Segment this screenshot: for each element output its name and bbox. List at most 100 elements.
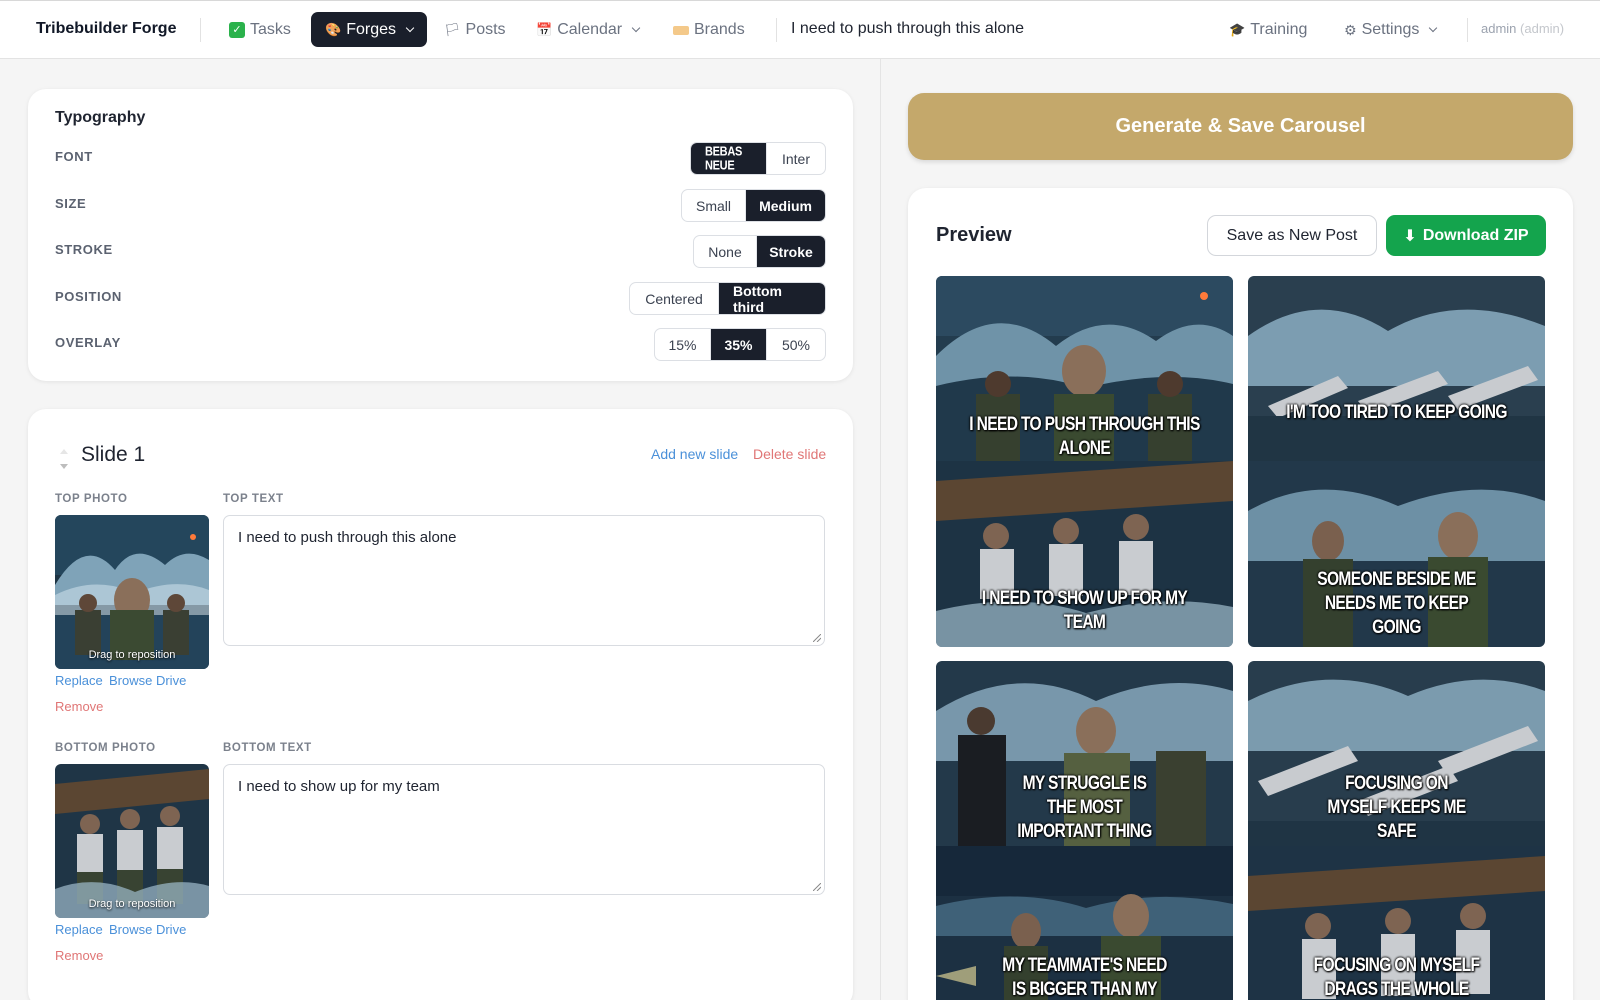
top-text-input[interactable]: I need to push through this alone	[223, 515, 825, 646]
nav-settings-label: Settings	[1361, 21, 1420, 38]
nav-brands[interactable]: Brands	[673, 19, 745, 41]
drag-to-reposition-hint: Drag to reposition	[88, 649, 176, 661]
nav-training-label: Training	[1250, 21, 1308, 38]
download-icon: ⬇	[1403, 227, 1417, 245]
replace-top-photo-link[interactable]: Replace	[55, 673, 103, 688]
position-option-centered[interactable]: Centered	[630, 283, 719, 314]
app-brand[interactable]: Tribebuilder Forge	[36, 20, 176, 38]
preview-bottom-caption: Someone beside me needs me to keep going	[1317, 569, 1476, 638]
graduation-cap-icon: 🎓	[1229, 22, 1246, 37]
bottom-text-value: I need to show up for my team	[238, 778, 440, 795]
nav-brands-label: Brands	[694, 21, 745, 38]
resize-grip-icon[interactable]	[813, 634, 821, 642]
top-photo-thumbnail[interactable]: Drag to reposition	[55, 515, 209, 669]
overlay-option-35[interactable]: 35%	[711, 329, 767, 360]
bottom-text-input[interactable]: I need to show up for my team	[223, 764, 825, 895]
overlay-label: OVERLAY	[55, 335, 121, 350]
stroke-toggle: None Stroke	[693, 235, 826, 268]
nav-calendar-label: Calendar	[557, 21, 623, 38]
chevron-down-icon	[631, 23, 641, 33]
top-photo-label: TOP PHOTO	[55, 493, 128, 505]
preview-bottom-caption: Focusing on myself drags the whole team …	[1313, 955, 1480, 1000]
stroke-label: STROKE	[55, 242, 113, 257]
replace-bottom-photo-link[interactable]: Replace	[55, 922, 103, 937]
preview-top-caption: I'm too tired to keep going	[1286, 402, 1507, 423]
bottom-photo-image	[55, 764, 209, 918]
stroke-option-stroke[interactable]: Stroke	[757, 236, 825, 267]
nav-divider	[776, 18, 777, 42]
nav-divider	[1467, 18, 1468, 42]
overlay-option-15[interactable]: 15%	[655, 329, 711, 360]
nav-tasks-label: Tasks	[250, 21, 291, 38]
browse-drive-top-link[interactable]: Browse Drive	[109, 673, 186, 688]
delete-slide-link[interactable]: Delete slide	[753, 446, 826, 462]
preview-slide-2[interactable]: I'm too tired to keep going Someone besi…	[1248, 276, 1545, 647]
column-divider	[880, 59, 881, 1000]
preview-top-caption: My struggle is the most important thing	[1017, 773, 1152, 842]
position-toggle: Centered Bottom third	[629, 282, 826, 315]
stroke-option-none[interactable]: None	[694, 236, 757, 267]
drag-to-reposition-hint: Drag to reposition	[88, 898, 176, 910]
browse-drive-bottom-link[interactable]: Browse Drive	[109, 922, 186, 937]
font-label: FONT	[55, 149, 93, 164]
preview-top-image	[1248, 276, 1545, 462]
user-menu[interactable]: admin (admin)	[1481, 21, 1564, 36]
preview-card: Preview Save as New Post ⬇ Download ZIP …	[908, 188, 1573, 1000]
size-toggle: Small Medium	[681, 189, 826, 222]
font-option-bebas[interactable]: BEBAS NEUE	[691, 143, 767, 174]
reorder-handle-icon[interactable]	[58, 445, 70, 473]
bottom-photo-thumbnail[interactable]: Drag to reposition	[55, 764, 209, 918]
position-label: POSITION	[55, 289, 122, 304]
chevron-down-icon	[1429, 23, 1438, 33]
nav-divider	[200, 18, 201, 42]
size-option-medium[interactable]: Medium	[746, 190, 825, 221]
add-slide-link[interactable]: Add new slide	[651, 446, 738, 462]
typography-card: Typography FONT BEBAS NEUE Inter SIZE Sm…	[28, 89, 853, 381]
chevron-down-icon	[405, 23, 415, 32]
flag-icon: 🏳	[444, 22, 461, 37]
preview-top-caption: I need to push through this alone	[969, 414, 1200, 459]
remove-bottom-photo-link[interactable]: Remove	[55, 948, 103, 963]
top-photo-image	[55, 515, 209, 669]
font-toggle: BEBAS NEUE Inter	[690, 142, 826, 175]
nav-training[interactable]: 🎓 Training	[1229, 19, 1307, 41]
resize-grip-icon[interactable]	[813, 883, 821, 891]
preview-slide-3[interactable]: My struggle is the most important thing …	[936, 661, 1233, 1000]
size-option-small[interactable]: Small	[682, 190, 746, 221]
slide-editor-card: Slide 1 Add new slide Delete slide TOP P…	[28, 409, 853, 1000]
remove-top-photo-link[interactable]: Remove	[55, 699, 103, 714]
user-name: admin	[1481, 21, 1517, 36]
top-text-label: TOP TEXT	[223, 493, 284, 505]
preview-bottom-caption: My teammate's need is bigger than my com…	[1002, 955, 1167, 1000]
nav-calendar[interactable]: 📅 Calendar	[536, 19, 641, 41]
nav-forges[interactable]: 🎨 Forges	[311, 12, 427, 47]
download-zip-button[interactable]: ⬇ Download ZIP	[1386, 215, 1546, 256]
user-role: (admin)	[1520, 21, 1565, 36]
position-option-bottom-third[interactable]: Bottom third	[719, 283, 825, 314]
nav-forges-label: Forges	[346, 20, 396, 38]
preview-slide-1[interactable]: I need to push through this alone I need…	[936, 276, 1233, 647]
nav-tasks[interactable]: ✓ Tasks	[229, 19, 291, 41]
download-zip-label: Download ZIP	[1422, 226, 1529, 244]
tag-icon	[673, 25, 689, 35]
overlay-option-50[interactable]: 50%	[767, 329, 825, 360]
check-box-icon: ✓	[229, 22, 245, 38]
save-as-new-post-button[interactable]: Save as New Post	[1207, 215, 1377, 256]
nav-posts[interactable]: 🏳 Posts	[444, 19, 506, 41]
preview-slide-4[interactable]: Focusing on myself keeps me safe Focusin…	[1248, 661, 1545, 1000]
typography-title: Typography	[55, 109, 146, 126]
nav-settings[interactable]: ⚙ Settings	[1344, 19, 1438, 41]
gear-icon: ⚙	[1344, 21, 1357, 38]
palette-icon: 🎨	[325, 21, 342, 37]
bottom-photo-label: BOTTOM PHOTO	[55, 742, 156, 754]
generate-save-carousel-button[interactable]: Generate & Save Carousel	[908, 93, 1573, 160]
nav-posts-label: Posts	[465, 21, 506, 38]
preview-top-caption: Focusing on myself keeps me safe	[1327, 773, 1466, 842]
page-heading: I need to push through this alone	[791, 20, 1025, 37]
font-option-inter[interactable]: Inter	[767, 143, 825, 174]
size-label: SIZE	[55, 196, 87, 211]
preview-bottom-caption: I need to show up for my team	[981, 588, 1188, 633]
calendar-icon: 📅	[536, 22, 553, 37]
overlay-toggle: 15% 35% 50%	[654, 328, 826, 361]
top-navigation-bar: Tribebuilder Forge ✓ Tasks 🎨 Forges 🏳 Po…	[0, 0, 1600, 59]
